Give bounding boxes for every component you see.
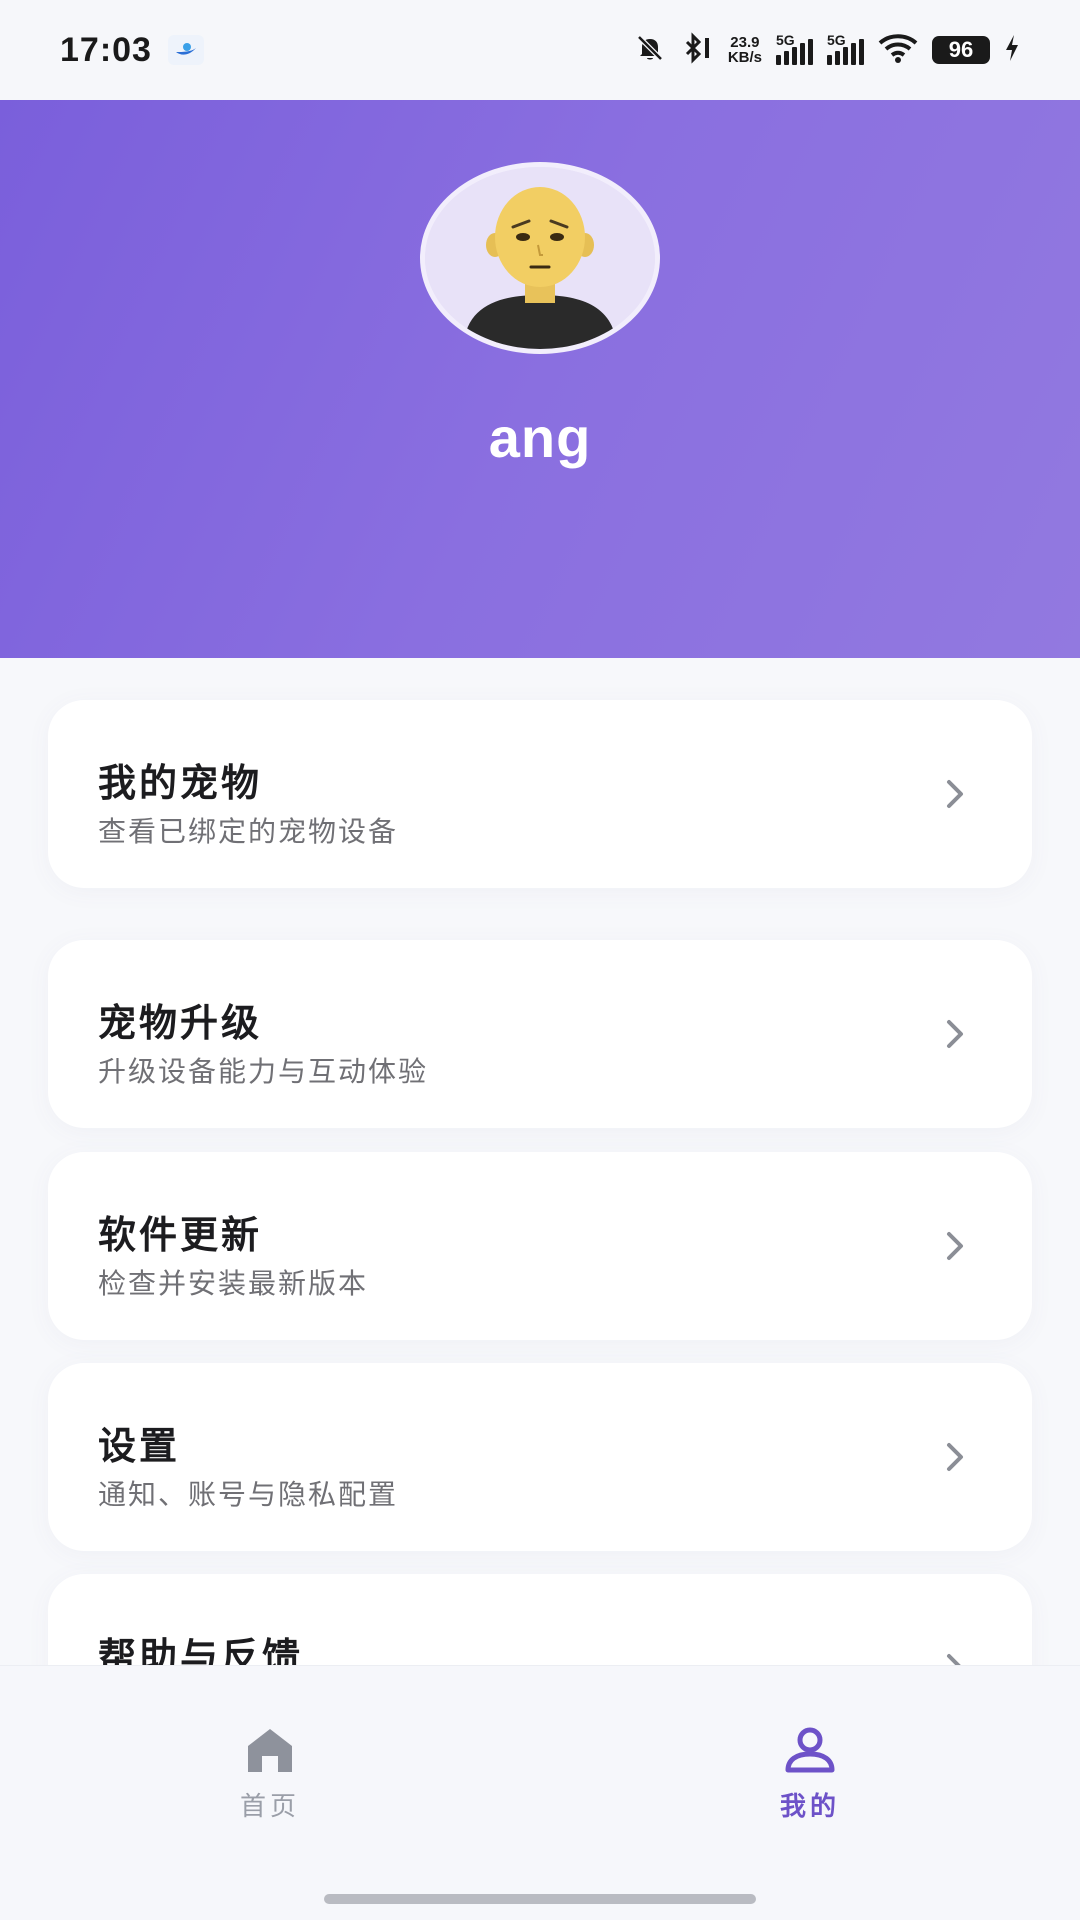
wifi-icon xyxy=(878,33,918,67)
app-notification-icon xyxy=(167,35,204,65)
mute-bell-icon xyxy=(634,32,666,68)
network-speed: 23.9 KB/s xyxy=(727,34,762,66)
user-icon xyxy=(785,1727,835,1773)
profile-screen: 17:03 23.9 KB/s 5G 5G 96 ang 我的宠物 查看已绑定的… xyxy=(0,0,1080,1920)
bluetooth-icon xyxy=(680,32,714,68)
tab-home[interactable]: 首页 xyxy=(170,1726,370,1823)
avatar[interactable] xyxy=(420,162,660,354)
home-icon xyxy=(248,1729,292,1772)
signal-icon: 5G xyxy=(827,32,864,65)
signal-icon: 5G xyxy=(776,32,813,65)
menu-item-title: 宠物升级 xyxy=(98,1001,263,1045)
menu-item-subtitle: 检查并安装最新版本 xyxy=(98,1267,369,1300)
bottom-nav: 首页 我的 xyxy=(0,1665,1080,1920)
chevron-right-icon xyxy=(947,780,963,808)
menu-item-help-feedback[interactable]: 帮助与反馈 xyxy=(48,1574,1032,1668)
home-indicator[interactable] xyxy=(324,1894,756,1904)
status-icons: 23.9 KB/s 5G 5G 96 xyxy=(634,32,1020,68)
chevron-right-icon xyxy=(947,1232,963,1260)
charging-icon xyxy=(1004,33,1020,67)
chevron-right-icon xyxy=(947,1020,963,1048)
menu-item-pet-upgrade[interactable]: 宠物升级 升级设备能力与互动体验 xyxy=(48,940,1032,1128)
menu-item-title: 我的宠物 xyxy=(98,761,263,805)
profile-header: ang xyxy=(0,100,1080,658)
status-time: 17:03 xyxy=(60,30,152,69)
tab-mine[interactable]: 我的 xyxy=(710,1726,910,1823)
menu-item-title: 设置 xyxy=(98,1424,181,1468)
menu-item-software-update[interactable]: 软件更新 检查并安装最新版本 xyxy=(48,1152,1032,1340)
tab-home-label: 首页 xyxy=(239,1792,300,1822)
menu-item-my-pets[interactable]: 我的宠物 查看已绑定的宠物设备 xyxy=(48,700,1032,888)
battery-icon: 96 xyxy=(932,36,990,64)
chevron-right-icon xyxy=(947,1443,963,1471)
tab-mine-label: 我的 xyxy=(779,1792,840,1822)
menu-list: 我的宠物 查看已绑定的宠物设备 宠物升级 升级设备能力与互动体验 软件更新 检查… xyxy=(0,658,1080,1668)
avatar-face-icon xyxy=(425,167,655,349)
status-bar: 17:03 23.9 KB/s 5G 5G 96 xyxy=(0,0,1080,100)
menu-item-settings[interactable]: 设置 通知、账号与隐私配置 xyxy=(48,1363,1032,1551)
username: ang xyxy=(488,406,592,469)
menu-item-title: 帮助与反馈 xyxy=(98,1635,304,1668)
menu-item-title: 软件更新 xyxy=(98,1213,263,1257)
menu-item-subtitle: 通知、账号与隐私配置 xyxy=(98,1478,399,1511)
menu-item-subtitle: 升级设备能力与互动体验 xyxy=(98,1055,429,1088)
menu-item-subtitle: 查看已绑定的宠物设备 xyxy=(98,815,399,848)
